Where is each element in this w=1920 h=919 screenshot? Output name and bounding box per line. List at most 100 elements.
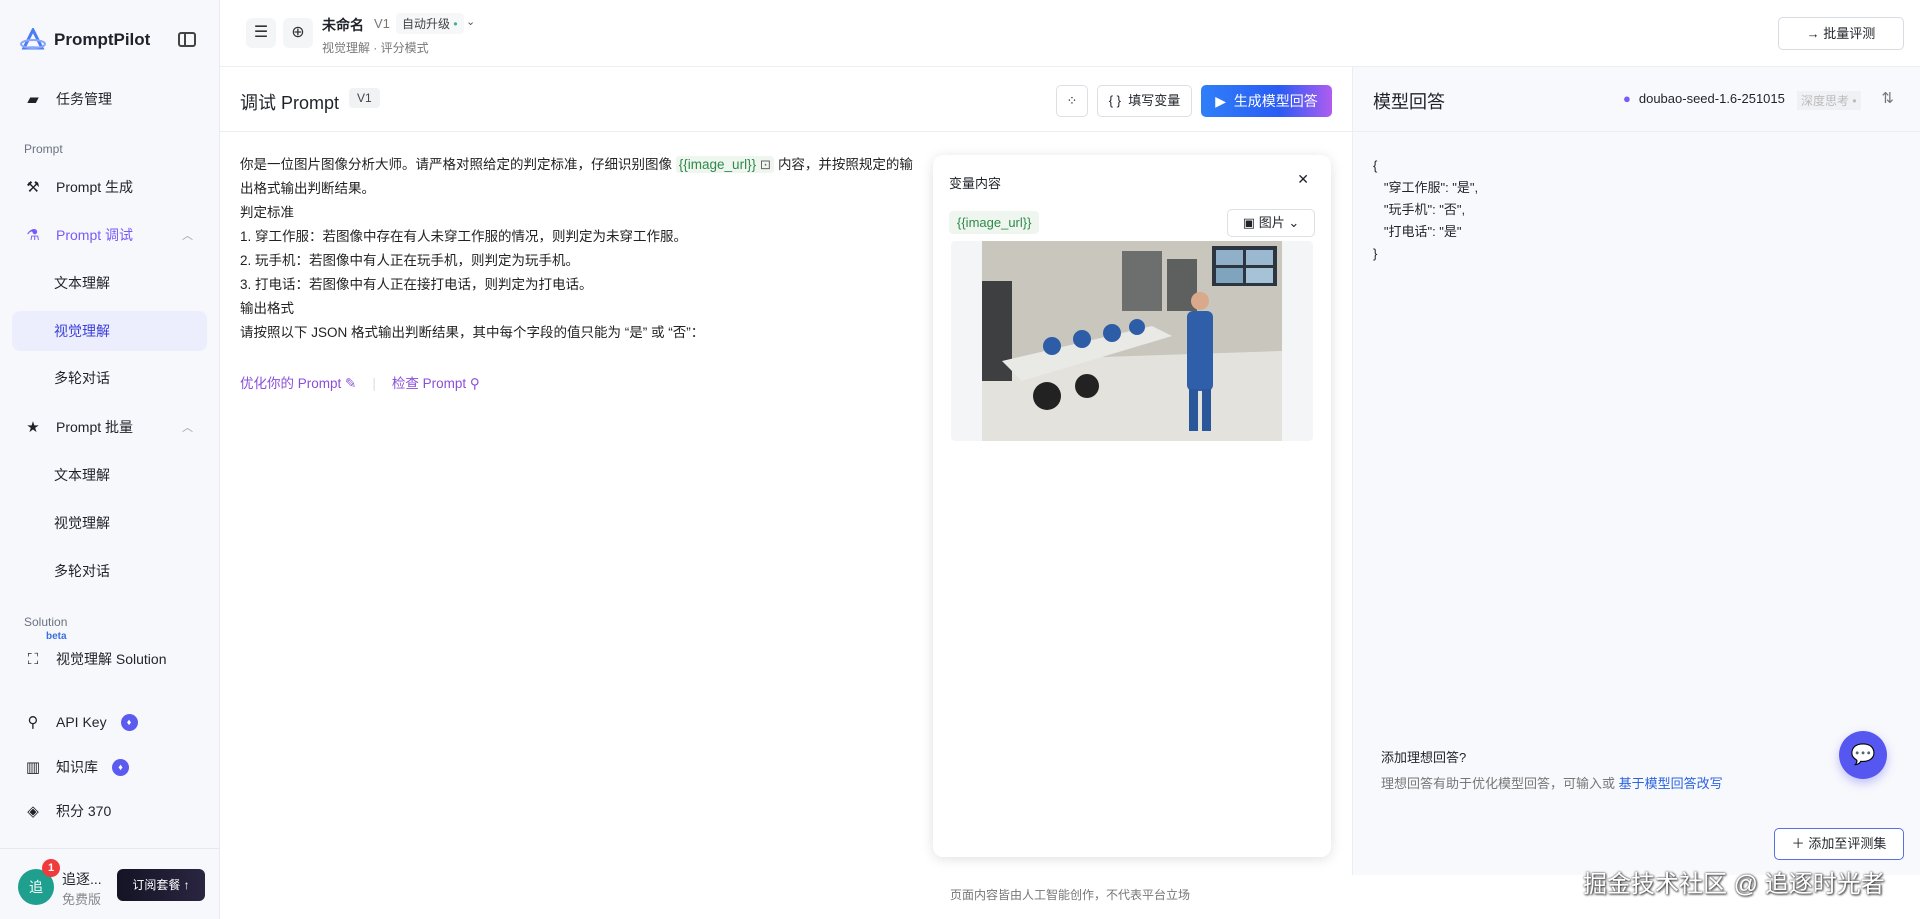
fill-variables-button[interactable]: { } 填写变量 bbox=[1097, 85, 1192, 117]
settings-sliders-icon[interactable]: ⇅ bbox=[1881, 89, 1894, 107]
notification-badge: 1 bbox=[42, 859, 60, 877]
diamond-icon: ♦ bbox=[120, 713, 138, 731]
add-to-eval-set-button[interactable]: ＋ 添加至评测集 bbox=[1774, 828, 1904, 860]
star-box-icon: ★ bbox=[26, 419, 40, 436]
chevron-up-icon: ︿ bbox=[182, 230, 193, 242]
flask-icon: ⚗ bbox=[26, 227, 40, 244]
top-bar: ☰ ⊕ 未命名 V1 自动升级 • ⌄ 视觉理解 · 评分模式 → 批量评测 bbox=[220, 0, 1920, 67]
label: 填写变量 bbox=[1128, 93, 1181, 108]
sidebar-item-prompt-generate[interactable]: ⚒ Prompt 生成 bbox=[12, 167, 207, 207]
uploaded-image bbox=[982, 241, 1282, 441]
label: 视觉理解 Solution bbox=[56, 651, 167, 667]
label: 添加至评测集 bbox=[1808, 836, 1887, 851]
section-solution: Solution bbox=[24, 615, 68, 629]
subscribe-button[interactable]: 订阅套餐 ↑ bbox=[117, 869, 205, 901]
search-icon: ⚲ bbox=[469, 376, 480, 391]
arrow-right-icon: → bbox=[1806, 26, 1820, 41]
response-header: 模型回答 ● doubao-seed-1.6-251015 深度思考 • ⇅ bbox=[1353, 67, 1920, 132]
sparkle-icon: ⁘ bbox=[1066, 93, 1078, 108]
text: 理想回答有助于优化模型回答，可输入或 bbox=[1381, 776, 1616, 791]
label: 文本理解 bbox=[54, 275, 110, 291]
check-prompt-link[interactable]: 检查 Prompt ⚲ bbox=[392, 376, 480, 391]
sidebar-item-debug-multiturn[interactable]: 多轮对话 bbox=[12, 358, 207, 398]
task-name: 未命名 bbox=[322, 17, 364, 33]
diamond-icon: ♦ bbox=[112, 758, 129, 776]
collapse-sidebar-icon[interactable] bbox=[178, 32, 196, 47]
label: 视觉理解 bbox=[54, 323, 110, 339]
label: 图片 bbox=[1258, 215, 1285, 230]
label: 检查 Prompt bbox=[391, 376, 467, 391]
prompt-line: 你是一位图片图像分析大师。请严格对照给定的判定标准，仔细识别图像 {{image… bbox=[240, 153, 920, 201]
section-prompt: Prompt bbox=[24, 142, 63, 156]
wand-icon: ✎ bbox=[345, 376, 357, 391]
editor-header: 调试 Prompt V1 ⁘ { } 填写变量 ▶ 生成模型回答 bbox=[220, 67, 1352, 132]
sidebar-item-vision-solution[interactable]: beta ⛶ 视觉理解 Solution bbox=[12, 631, 207, 679]
sidebar-item-batch-multiturn[interactable]: 多轮对话 bbox=[12, 551, 207, 591]
sidebar-item-debug-vision[interactable]: 视觉理解 bbox=[12, 311, 207, 351]
prompt-line: 请按照以下 JSON 格式输出判断结果，其中每个字段的值只能为 “是” 或 “否… bbox=[240, 325, 705, 340]
chevron-down-icon: ⌄ bbox=[1288, 215, 1300, 230]
chevron-down-icon[interactable]: ⌄ bbox=[466, 15, 475, 28]
optimize-prompt-link[interactable]: 优化你的 Prompt ✎ bbox=[240, 376, 356, 391]
label: 视觉理解 bbox=[54, 515, 110, 531]
watermark: 掘金技术社区 @ 追逐时光者 bbox=[1583, 871, 1885, 898]
variables-panel: 变量内容 ✕ {{image_url}} ▣ 图片 ⌄ bbox=[933, 155, 1331, 857]
auto-upgrade[interactable]: 自动升级 • bbox=[396, 13, 464, 34]
image-icon: ⊡ bbox=[759, 157, 772, 172]
sidebar-item-prompt-debug[interactable]: ⚗ Prompt 调试 ︿ bbox=[12, 215, 207, 255]
sidebar-item-debug-text[interactable]: 文本理解 bbox=[12, 263, 207, 303]
panel-title: 变量内容 bbox=[949, 176, 1002, 191]
prompt-actions: 优化你的 Prompt ✎ | 检查 Prompt ⚲ bbox=[240, 376, 480, 391]
version-badge[interactable]: V1 bbox=[349, 88, 380, 108]
response-panel: 模型回答 ● doubao-seed-1.6-251015 深度思考 • ⇅ { … bbox=[1352, 67, 1920, 875]
close-icon[interactable]: ✕ bbox=[1297, 171, 1309, 188]
prompt-line: 1. 穿工作服：若图像中存在有人未穿工作服的情况，则判定为未穿工作服。 bbox=[240, 229, 688, 244]
image-preview[interactable] bbox=[951, 241, 1313, 441]
label: 自动升级 bbox=[402, 17, 451, 31]
variable-type-select[interactable]: ▣ 图片 ⌄ bbox=[1227, 209, 1315, 237]
deep-think-toggle[interactable]: 深度思考 • bbox=[1797, 91, 1861, 110]
sidebar-item-points[interactable]: ◈ 积分 370 bbox=[12, 791, 207, 831]
brand-logo[interactable]: PromptPilot bbox=[20, 28, 150, 52]
play-icon: ▶ bbox=[1215, 93, 1226, 109]
rewrite-link[interactable]: 基于模型回答改写 bbox=[1619, 776, 1723, 791]
prompt-line: 2. 玩手机：若图像中有人正在玩手机，则判定为玩手机。 bbox=[240, 253, 580, 268]
doubao-logo-icon: ● bbox=[1623, 91, 1631, 106]
sidebar-item-knowledge[interactable]: ▥ 知识库 ♦ bbox=[12, 747, 207, 787]
prompt-line: 3. 打电话：若图像中有人正在接打电话，则判定为打电话。 bbox=[240, 277, 593, 292]
label: Prompt 调试 bbox=[56, 227, 134, 243]
user-name: 追逐... bbox=[62, 871, 102, 887]
label: 任务管理 bbox=[56, 91, 112, 107]
menu-icon[interactable]: ☰ bbox=[246, 18, 276, 48]
label: Prompt 生成 bbox=[56, 179, 134, 195]
user-area: 追 1 追逐... 免费版 订阅套餐 ↑ bbox=[0, 848, 220, 919]
label: API Key bbox=[56, 714, 107, 730]
plus-icon: ＋ bbox=[1791, 836, 1805, 851]
model-selector[interactable]: ● doubao-seed-1.6-251015 bbox=[1623, 91, 1785, 106]
page-title: 调试 Prompt bbox=[240, 93, 340, 113]
sidebar-item-batch-text[interactable]: 文本理解 bbox=[12, 455, 207, 495]
chat-support-button[interactable]: 💬 bbox=[1839, 731, 1887, 779]
generate-answer-button[interactable]: ▶ 生成模型回答 bbox=[1201, 85, 1332, 117]
sidebar-item-api-key[interactable]: ⚲ API Key ♦ bbox=[12, 702, 207, 742]
sidebar-item-prompt-batch[interactable]: ★ Prompt 批量 ︿ bbox=[12, 407, 207, 447]
prompt-editor[interactable]: 你是一位图片图像分析大师。请严格对照给定的判定标准，仔细识别图像 {{image… bbox=[240, 153, 920, 345]
label: 深度思考 bbox=[1801, 94, 1850, 108]
label: 生成模型回答 bbox=[1233, 93, 1318, 109]
label: 批量评测 bbox=[1823, 26, 1876, 41]
brand-name: PromptPilot bbox=[54, 30, 151, 49]
sidebar-item-task-management[interactable]: ▰ 任务管理 bbox=[12, 79, 207, 119]
label: doubao-seed-1.6-251015 bbox=[1638, 91, 1785, 106]
prompt-line: 判定标准 bbox=[240, 205, 294, 220]
add-circle-icon[interactable]: ⊕ bbox=[283, 18, 313, 48]
magic-wand-button[interactable]: ⁘ bbox=[1056, 85, 1088, 117]
variable-chip[interactable]: {{image_url}} ⊡ bbox=[675, 156, 775, 173]
batch-eval-button[interactable]: → 批量评测 bbox=[1778, 17, 1904, 50]
label: 优化你的 Prompt bbox=[240, 376, 342, 391]
sidebar-item-batch-vision[interactable]: 视觉理解 bbox=[12, 503, 207, 543]
label: 知识库 bbox=[56, 759, 98, 775]
beta-badge: beta bbox=[46, 631, 67, 642]
folder-icon: ▰ bbox=[27, 91, 39, 108]
books-icon: ▥ bbox=[25, 759, 41, 776]
coin-icon: ◈ bbox=[27, 803, 39, 820]
